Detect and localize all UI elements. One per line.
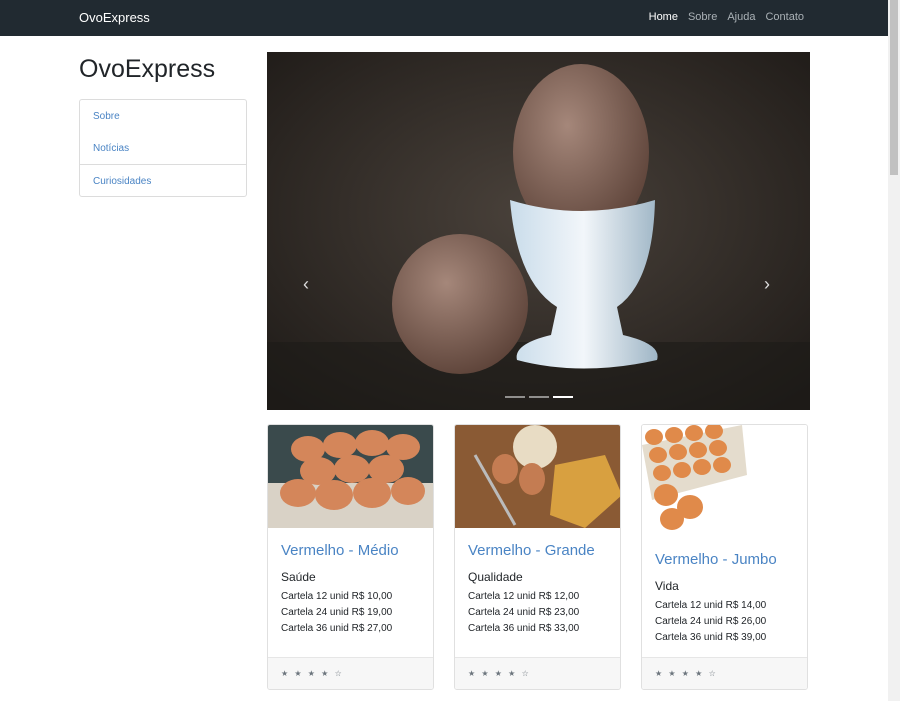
product-subtitle: Vida (655, 579, 679, 593)
top-navbar: OvoExpress Home Sobre Ajuda Contato (0, 0, 888, 36)
product-image-jumbo (642, 425, 807, 537)
product-rating: ★ ★ ★ ★ ☆ (642, 657, 807, 689)
product-title[interactable]: Vermelho - Grande (468, 542, 595, 559)
price-line: Cartela 36 unid R$ 27,00 (281, 623, 393, 634)
product-prices: Cartela 12 unid R$ 10,00 Cartela 24 unid… (281, 589, 392, 637)
product-image-medio (268, 425, 433, 528)
nav-link-sobre[interactable]: Sobre (688, 11, 717, 23)
product-image-grande (455, 425, 620, 528)
product-subtitle: Qualidade (468, 570, 523, 584)
nav-link-home[interactable]: Home (649, 11, 678, 23)
product-card-jumbo: Vermelho - Jumbo Vida Cartela 12 unid R$… (641, 424, 808, 690)
price-line: Cartela 12 unid R$ 12,00 (468, 591, 580, 602)
carousel-slide-image (267, 52, 810, 410)
sidebar-title: OvoExpress (79, 55, 216, 83)
nav-link-ajuda[interactable]: Ajuda (727, 11, 755, 23)
product-rating: ★ ★ ★ ★ ☆ (455, 657, 620, 689)
carousel-next-icon[interactable]: › (764, 274, 770, 295)
price-line: Cartela 12 unid R$ 10,00 (281, 591, 393, 602)
product-rating: ★ ★ ★ ★ ☆ (268, 657, 433, 689)
product-card-medio: Vermelho - Médio Saúde Cartela 12 unid R… (267, 424, 434, 690)
carousel-indicator-active[interactable] (553, 396, 573, 398)
page-scrollbar[interactable] (888, 0, 900, 701)
price-line: Cartela 24 unid R$ 26,00 (655, 616, 767, 627)
product-title[interactable]: Vermelho - Médio (281, 542, 399, 559)
price-line: Cartela 12 unid R$ 14,00 (655, 600, 767, 611)
product-prices: Cartela 12 unid R$ 14,00 Cartela 24 unid… (655, 598, 766, 646)
nav-link-contato[interactable]: Contato (765, 11, 804, 23)
hero-carousel[interactable]: ‹ › (267, 52, 810, 410)
navbar-brand[interactable]: OvoExpress (79, 10, 150, 25)
product-card-grande: Vermelho - Grande Qualidade Cartela 12 u… (454, 424, 621, 690)
price-line: Cartela 36 unid R$ 39,00 (655, 632, 767, 643)
carousel-indicator[interactable] (505, 396, 525, 398)
carousel-indicators (505, 396, 573, 398)
price-line: Cartela 36 unid R$ 33,00 (468, 623, 580, 634)
sidebar-item-sobre[interactable]: Sobre (80, 100, 246, 132)
carousel-indicator[interactable] (529, 396, 549, 398)
product-title[interactable]: Vermelho - Jumbo (655, 551, 777, 568)
price-line: Cartela 24 unid R$ 23,00 (468, 607, 580, 618)
carousel-prev-icon[interactable]: ‹ (303, 274, 309, 295)
product-subtitle: Saúde (281, 570, 316, 584)
navbar-links: Home Sobre Ajuda Contato (649, 11, 804, 23)
price-line: Cartela 24 unid R$ 19,00 (281, 607, 393, 618)
sidebar-list: Sobre Notícias Curiosidades (79, 99, 247, 197)
sidebar-item-noticias[interactable]: Notícias (80, 132, 246, 164)
scrollbar-thumb[interactable] (890, 0, 898, 175)
product-prices: Cartela 12 unid R$ 12,00 Cartela 24 unid… (468, 589, 579, 637)
sidebar-item-curiosidades[interactable]: Curiosidades (80, 164, 246, 196)
